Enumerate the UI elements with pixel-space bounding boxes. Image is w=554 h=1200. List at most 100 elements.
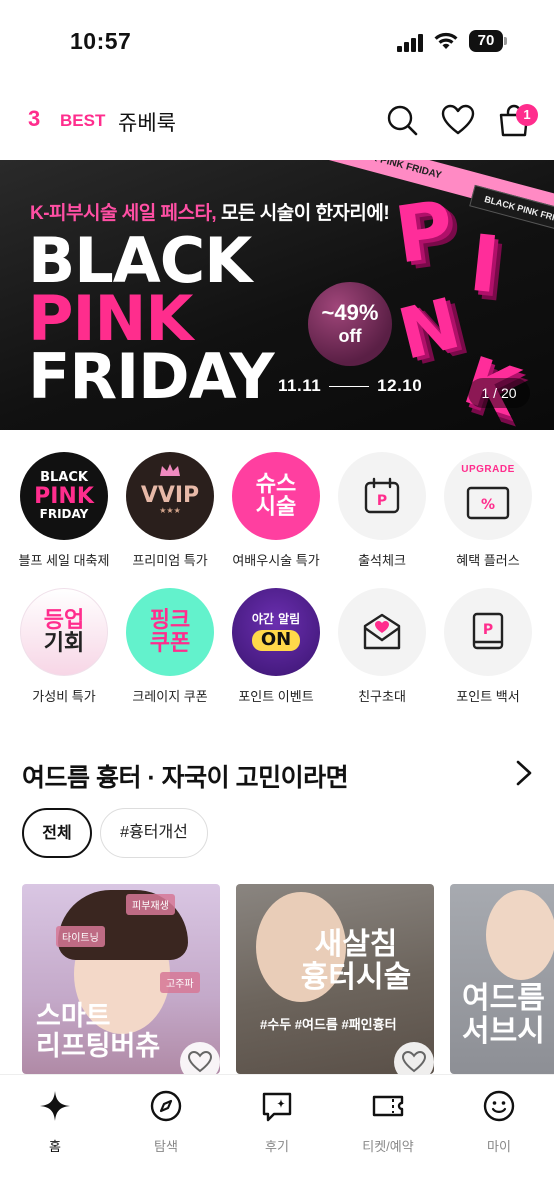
- tab-3[interactable]: 3: [28, 106, 40, 132]
- review-icon: [262, 1092, 292, 1122]
- banner-page-indicator: 1 / 20: [468, 378, 530, 408]
- sparkle-icon: [40, 1091, 70, 1121]
- nav-label: 후기: [265, 1139, 289, 1154]
- top-app-bar: 3 BEST 쥬베룩: [0, 96, 554, 146]
- compass-icon: [150, 1090, 182, 1122]
- banner-art-letter-i: I: [465, 218, 504, 312]
- category-point-event[interactable]: 야간 알림 ON 포인트 이벤트: [226, 588, 326, 705]
- category-label: 블프 세일 대축제: [18, 553, 110, 568]
- banner-subtitle-pink: K-피부시술 세일 페스타,: [30, 203, 217, 224]
- category-premium[interactable]: VVIP ★★★ 프리미엄 특가: [120, 452, 220, 569]
- nav-ticket-reservation[interactable]: 티켓/예약: [343, 1089, 433, 1155]
- category-crazy-coupon-image: 핑크 쿠폰: [126, 588, 214, 676]
- nav-reviews[interactable]: 후기: [232, 1089, 322, 1155]
- wishlist-heart-icon[interactable]: [440, 102, 476, 138]
- category-point-guide-image: P: [444, 588, 532, 676]
- banner-art-letter-n: N: [390, 282, 468, 376]
- category-label: 가성비 특가: [32, 689, 96, 704]
- heart-outline-icon: [187, 1050, 213, 1073]
- svg-text:P: P: [377, 493, 387, 509]
- nav-label: 홈: [49, 1139, 61, 1154]
- promo-banner[interactable]: BLACK PINK FRIDAY BLACK PINK FRIDAY K-피부…: [0, 160, 554, 430]
- wifi-icon: [434, 32, 458, 49]
- category-point-event-image: 야간 알림 ON: [232, 588, 320, 676]
- category-benefit-plus-image: UPGRADE %: [444, 452, 532, 540]
- calendar-p-icon: P: [364, 477, 400, 514]
- product-card[interactable]: 새살침 흉터시술 #수두 #여드름 #패인흉터: [236, 884, 434, 1074]
- cart-count-badge: 1: [516, 104, 538, 126]
- banner-subtitle: K-피부시술 세일 페스타, 모든 시술이 한자리에!: [30, 198, 390, 225]
- category-invite-friend-image: [338, 588, 426, 676]
- discount-percent: ~49%: [321, 300, 379, 325]
- svg-text:%: %: [481, 497, 495, 513]
- model-face-image: [486, 890, 554, 980]
- category-label: 크레이지 쿠폰: [132, 689, 208, 704]
- banner-date-range: 11.11 12.10: [278, 376, 422, 396]
- svg-text:P: P: [483, 622, 493, 638]
- category-label: 프리미엄 특가: [132, 553, 208, 568]
- card-title: 새살침 흉터시술: [300, 927, 412, 995]
- discount-off: off: [338, 326, 362, 346]
- banner-date-start: 11.11: [278, 376, 322, 395]
- chevron-right-icon[interactable]: [512, 758, 536, 788]
- cellular-signal-icon: [397, 34, 423, 52]
- filter-chip-scar[interactable]: #흉터개선: [100, 808, 208, 858]
- card-tag: 피부재생: [126, 894, 175, 915]
- category-blackfriday[interactable]: BLACK PINK FRIDAY 블프 세일 대축제: [14, 452, 114, 569]
- category-point-guide[interactable]: P 포인트 백서: [438, 588, 538, 705]
- heart-outline-icon: [401, 1050, 427, 1073]
- category-value-deal-image: 등업 기회: [20, 588, 108, 676]
- card-title: 여드름 서브시: [462, 981, 545, 1049]
- category-crazy-coupon[interactable]: 핑크 쿠폰 크레이지 쿠폰: [120, 588, 220, 705]
- smile-icon: [483, 1090, 515, 1122]
- card-heart-button[interactable]: [394, 1042, 434, 1074]
- category-value-deal[interactable]: 등업 기회 가성비 특가: [14, 588, 114, 705]
- nav-explore[interactable]: 탐색: [121, 1089, 211, 1155]
- category-label: 포인트 백서: [456, 689, 520, 704]
- card-tag: 타이트닝: [56, 926, 105, 947]
- product-card[interactable]: 피부재생 타이트닝 고주파 스마트 리프팅버츄: [22, 884, 220, 1074]
- category-attendance[interactable]: P 출석체크: [332, 452, 432, 569]
- category-blackfriday-image: BLACK PINK FRIDAY: [20, 452, 108, 540]
- banner-art-letter-p: P: [390, 184, 460, 282]
- banner-subtitle-white: 모든 시술이 한자리에!: [216, 203, 390, 224]
- tab-jubeluk[interactable]: 쥬베룩: [118, 107, 176, 137]
- coupon-ticket-icon: %: [466, 486, 510, 520]
- nav-label: 마이: [487, 1139, 511, 1154]
- nav-label: 티켓/예약: [362, 1139, 414, 1154]
- category-label: 출석체크: [358, 553, 406, 568]
- nav-home[interactable]: 홈: [10, 1089, 100, 1155]
- category-label: 포인트 이벤트: [238, 689, 314, 704]
- search-icon[interactable]: [384, 102, 420, 138]
- discount-badge: ~49% off: [308, 282, 392, 366]
- card-tag: 고주파: [160, 972, 200, 993]
- status-bar: 10:57 70: [0, 0, 554, 80]
- category-label: 여배우시술 특가: [232, 553, 320, 568]
- bottom-navigation: 홈 탐색 후기 티켓/예약 마이: [0, 1074, 554, 1200]
- category-invite-friend[interactable]: 친구초대: [332, 588, 432, 705]
- card-title: 스마트 리프팅버츄: [36, 1001, 161, 1062]
- card-hashtags: #수두 #여드름 #패인흉터: [260, 1017, 397, 1032]
- book-p-icon: P: [472, 612, 504, 650]
- nav-my[interactable]: 마이: [454, 1089, 544, 1155]
- category-benefit-plus[interactable]: UPGRADE % 혜택 플러스: [438, 452, 538, 569]
- tab-best[interactable]: BEST: [60, 111, 105, 131]
- category-attendance-image: P: [338, 452, 426, 540]
- status-time: 10:57: [70, 28, 132, 54]
- section-title: 여드름 흉터 · 자국이 고민이라면: [22, 764, 349, 792]
- category-label: 친구초대: [358, 689, 406, 704]
- filter-chip-all[interactable]: 전체: [22, 808, 92, 858]
- battery-icon: 70: [469, 30, 507, 52]
- product-card[interactable]: 여드름 서브시: [450, 884, 554, 1074]
- battery-level: 70: [469, 30, 503, 52]
- card-heart-button[interactable]: [180, 1042, 220, 1074]
- category-premium-image: VVIP ★★★: [126, 452, 214, 540]
- category-label: 혜택 플러스: [456, 553, 520, 568]
- nav-label: 탐색: [154, 1139, 178, 1154]
- banner-date-end: 12.10: [377, 376, 423, 395]
- envelope-heart-icon: [363, 613, 401, 650]
- banner-title-line3: FRIDAY: [28, 340, 275, 413]
- crown-icon: [160, 464, 180, 476]
- ticket-icon: [372, 1095, 404, 1117]
- category-actress[interactable]: 슈스 시술 여배우시술 특가: [226, 452, 326, 569]
